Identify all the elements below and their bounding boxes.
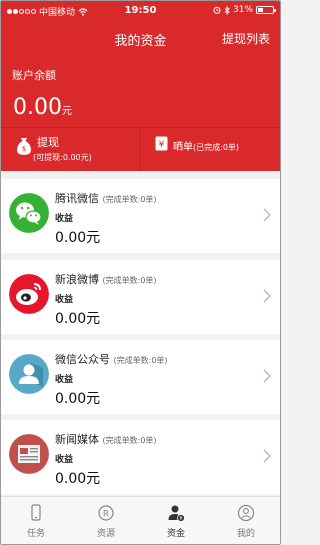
svg-text:$: $ [22, 145, 26, 153]
tab-tasks[interactable]: 任务 [1, 497, 71, 544]
channel-title: 腾讯微信 [55, 192, 99, 205]
channel-name: 微信公众号 (完成单数:0单) [55, 351, 168, 367]
status-bar: 中国移动 19:50 31% [1, 1, 280, 21]
tab-label: 任务 [26, 529, 45, 539]
tab-label: 我的 [236, 529, 255, 539]
order-count: (完成单数:0单) [113, 356, 168, 365]
income-label: 收益 [55, 455, 74, 465]
income-value: 0.00元 [55, 311, 101, 327]
balance-value: 0.00 [13, 95, 62, 120]
income-value: 0.00元 [55, 230, 101, 246]
person-icon [9, 354, 49, 394]
withdraw-list-link[interactable]: 提现列表 [222, 30, 270, 47]
tab-resources[interactable]: R 资源 [71, 497, 141, 544]
registered-icon: R [98, 505, 114, 521]
chevron-right-icon [263, 369, 271, 383]
person-money-icon: ¥ [168, 505, 185, 522]
tab-bar: 任务 R 资源 ¥ 资金 我的 [1, 496, 280, 544]
income-label: 收益 [55, 375, 74, 385]
svg-text:¥: ¥ [179, 516, 182, 522]
income-label: 收益 [55, 214, 74, 224]
bluetooth-icon [224, 5, 230, 15]
weibo-icon [9, 274, 49, 314]
tab-label: 资金 [166, 529, 185, 539]
channel-card-wechat[interactable]: 腾讯微信 (完成单数:0单) 收益 0.00元 [1, 179, 280, 253]
channel-card-weibo[interactable]: 新浪微博 (完成单数:0单) 收益 0.00元 [1, 260, 280, 334]
chevron-right-icon [263, 449, 271, 463]
alarm-icon [213, 6, 221, 14]
receipt-yen-icon: ¥ [155, 136, 168, 151]
balance-label: 账户余额 [12, 69, 56, 82]
status-right: 31% [213, 5, 276, 15]
income-label: 收益 [55, 295, 74, 305]
battery-icon [256, 6, 276, 14]
withdraw-button[interactable]: $ 提现 (可提现:0.00元) [1, 128, 140, 171]
channel-title: 微信公众号 [55, 353, 110, 366]
channel-name: 腾讯微信 (完成单数:0单) [55, 190, 157, 206]
showoff-label: 晒单(已完成:0单) [173, 138, 239, 153]
channel-card-official-account[interactable]: 微信公众号 (完成单数:0单) 收益 0.00元 [1, 340, 280, 414]
channel-name: 新浪微博 (完成单数:0单) [55, 271, 157, 287]
channel-card-news-media[interactable]: 新闻媒体 (完成单数:0单) 收益 0.00元 [1, 420, 280, 494]
order-count: (完成单数:0单) [102, 436, 157, 445]
income-value: 0.00元 [55, 471, 101, 487]
showoff-button[interactable]: ¥ 晒单(已完成:0单) [141, 128, 280, 171]
newspaper-icon [9, 434, 49, 474]
withdraw-available: (可提现:0.00元) [33, 153, 92, 162]
user-icon [237, 504, 255, 522]
order-count: (完成单数:0单) [102, 195, 157, 204]
battery-percent: 31% [232, 5, 253, 15]
balance-panel: 账户余额 0.00元 $ 提现 (可提现:0.00元) ¥ 晒单(已完成:0单) [1, 57, 280, 171]
income-value: 0.00元 [55, 391, 101, 407]
phone-screen: 中国移动 19:50 31% 我的资金 提现列表 账户余额 0.00元 $ 提现… [0, 0, 281, 545]
order-count: (完成单数:0单) [102, 276, 157, 285]
phone-icon [31, 504, 41, 521]
showoff-title: 晒单 [173, 142, 193, 153]
svg-text:R: R [103, 510, 109, 520]
tab-mine[interactable]: 我的 [211, 497, 280, 544]
nav-bar: 我的资金 提现列表 [1, 21, 280, 57]
chevron-right-icon [263, 208, 271, 222]
balance-amount: 0.00元 [13, 95, 72, 120]
showoff-count: (已完成:0单) [193, 143, 240, 152]
balance-unit: 元 [61, 106, 72, 117]
channel-name: 新闻媒体 (完成单数:0单) [55, 431, 157, 447]
chevron-right-icon [263, 289, 271, 303]
withdraw-title: 提现 [37, 136, 59, 149]
money-bag-icon: $ [17, 138, 31, 155]
channel-title: 新闻媒体 [55, 433, 99, 446]
channel-title: 新浪微博 [55, 273, 99, 286]
tab-label: 资源 [96, 529, 115, 539]
wechat-icon [9, 193, 49, 233]
svg-text:¥: ¥ [159, 140, 165, 150]
tab-funds[interactable]: ¥ 资金 [141, 497, 211, 544]
